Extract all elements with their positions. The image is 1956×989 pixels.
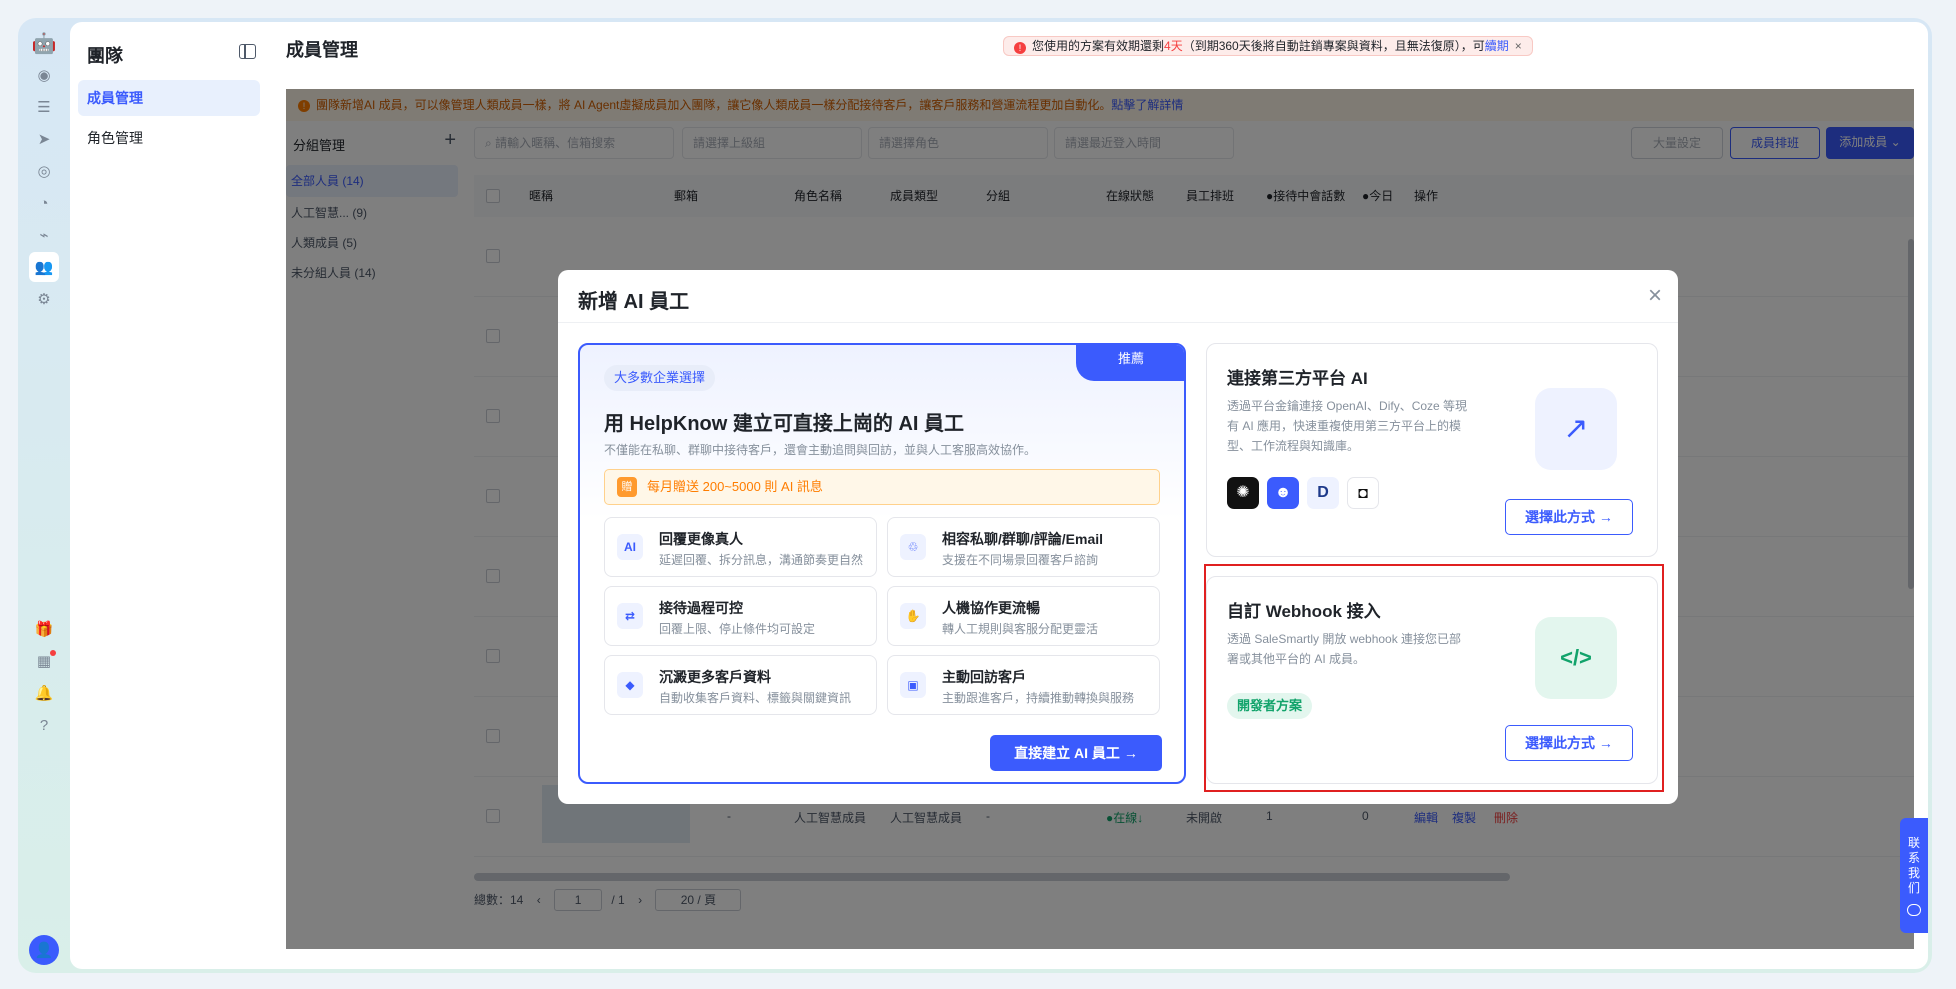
third-party-desc: 透過平台金鑰連接 OpenAI、Dify、Coze 等現有 AI 應用，快速重複…	[1227, 399, 1468, 453]
highlight-box	[1204, 564, 1664, 792]
chart-pie-icon[interactable]: ◔	[29, 188, 59, 218]
feature-title: 接待過程可控	[659, 600, 743, 616]
feature-card: ⇄ 接待過程可控回覆上限、停止條件均可設定	[604, 586, 877, 646]
popular-tag: 大多數企業選擇	[604, 365, 716, 391]
feature-card: ♲ 相容私聊/群聊/評論/Email 支援在不同場景回覆客戶諮詢	[887, 517, 1160, 577]
app-frame: 🤖 ◉ ☰ ➤ ◎ ◔ ⌁ 👥 ⚙ 🎁 ▦ 🔔 ? 👤 團隊 成員管理 角色管理…	[18, 18, 1932, 973]
helpknow-option-card[interactable]: 推薦 大多數企業選擇 用 HelpKnow 建立可直接上崗的 AI 員工 不僅能…	[578, 343, 1186, 784]
feature-card: ▣ 主動回訪客戶主動跟進客戶，持續推動轉換與服務	[887, 655, 1160, 715]
target-icon[interactable]: ◎	[29, 156, 59, 186]
gift-icon[interactable]: 🎁	[29, 614, 59, 644]
feature-title: 人機協作更流暢	[942, 600, 1040, 616]
page-title: 成員管理	[286, 40, 358, 60]
third-party-title: 連接第三方平台 AI	[1227, 369, 1368, 388]
plan-expiry-banner: ! 您使用的方案有效期還剩4天（到期360天後將自動註銷專案與資料，且無法復原），…	[1003, 36, 1533, 56]
plugin-icon[interactable]: ⌁	[29, 220, 59, 250]
contact-label: 联系我们	[1907, 836, 1920, 895]
sidebar-title: 團隊	[87, 46, 123, 66]
third-party-option-card[interactable]: 連接第三方平台 AI 透過平台金鑰連接 OpenAI、Dify、Coze 等現有…	[1206, 343, 1658, 557]
team-icon[interactable]: 👥	[29, 252, 59, 282]
feature-desc: 支援在不同場景回覆客戶諮詢	[942, 553, 1099, 567]
help-icon[interactable]: ?	[29, 710, 59, 740]
feature-title: 相容私聊/群聊/評論/Email	[942, 531, 1104, 547]
data-cube-icon: ◆	[617, 672, 643, 698]
close-icon[interactable]: ×	[1648, 282, 1662, 310]
control-icon: ⇄	[617, 603, 643, 629]
channels-icon: ♲	[900, 534, 926, 560]
promo-text: 每月贈送 200~5000 則 AI 訊息	[647, 479, 823, 494]
arrow-up-right-icon: ↗	[1535, 388, 1617, 470]
calendar-icon[interactable]: ▦	[29, 646, 59, 676]
robot-logo-icon[interactable]: 🤖	[29, 28, 59, 58]
team-sidebar: 團隊 成員管理 角色管理	[70, 22, 270, 969]
helpknow-desc: 不僅能在私聊、群聊中接待客戶，還會主動追問與回訪，並與人工客服高效協作。	[604, 443, 1037, 457]
helpknow-heading: 用 HelpKnow 建立可直接上崗的 AI 員工	[604, 413, 964, 435]
icon-rail: 🤖 ◉ ☰ ➤ ◎ ◔ ⌁ 👥 ⚙ 🎁 ▦ 🔔 ? 👤	[18, 18, 70, 973]
feature-title: 主動回訪客戶	[942, 669, 1026, 685]
bell-icon[interactable]: 🔔	[29, 678, 59, 708]
handshake-icon: ✋	[900, 603, 926, 629]
ai-reply-icon: AI	[617, 534, 643, 560]
feature-desc: 轉人工規則與客服分配更靈活	[942, 622, 1099, 636]
user-avatar-icon[interactable]: 👤	[29, 935, 59, 965]
feature-card: ◆ 沉澱更多客戶資料自動收集客戶資料、標籤與關鍵資訊	[604, 655, 877, 715]
chat-bubble-icon	[1907, 904, 1921, 916]
feature-desc: 主動跟進客戶，持續推動轉換與服務	[942, 691, 1135, 705]
banner-text: 您使用的方案有效期還剩	[1032, 39, 1165, 53]
notification-dot	[50, 650, 56, 656]
gift-icon: 贈	[617, 477, 637, 497]
contacts-icon[interactable]: ☰	[29, 92, 59, 122]
feature-title: 沉澱更多客戶資料	[659, 669, 771, 685]
modal-title: 新增 AI 員工	[578, 291, 690, 313]
banner-close-icon[interactable]: ×	[1515, 39, 1522, 53]
feature-desc: 回覆上限、停止條件均可設定	[659, 622, 816, 636]
dify-icon: D	[1307, 477, 1339, 509]
promo-strip: 贈每月贈送 200~5000 則 AI 訊息	[604, 469, 1160, 505]
feature-card: ✋ 人機協作更流暢轉人工規則與客服分配更靈活	[887, 586, 1160, 646]
coze-icon: ☻	[1267, 477, 1299, 509]
feature-card: AI 回覆更像真人延遲回覆、拆分訊息，溝通節奏更自然	[604, 517, 877, 577]
revisit-icon: ▣	[900, 672, 926, 698]
feature-title: 回覆更像真人	[659, 531, 743, 547]
contact-us-button[interactable]: 联系我们	[1900, 818, 1928, 933]
chat-icon[interactable]: ◉	[29, 60, 59, 90]
banner-days: 4天	[1164, 39, 1183, 53]
renew-link[interactable]: 續期	[1485, 39, 1509, 53]
banner-text-2: （到期360天後將自動註銷專案與資料，且無法復原），可	[1182, 39, 1485, 53]
openai-icon: ✺	[1227, 477, 1259, 509]
create-ai-employee-button[interactable]: 直接建立 AI 員工 →	[990, 735, 1162, 771]
recommended-badge: 推薦	[1076, 345, 1184, 381]
send-icon[interactable]: ➤	[29, 124, 59, 154]
collapse-sidebar-icon[interactable]	[239, 44, 256, 59]
settings-icon[interactable]: ⚙	[29, 284, 59, 314]
feature-desc: 延遲回覆、拆分訊息，溝通節奏更自然	[659, 553, 864, 567]
choose-third-party-button[interactable]: 選擇此方式 →	[1505, 499, 1633, 535]
divider	[558, 322, 1678, 323]
feature-desc: 自動收集客戶資料、標籤與關鍵資訊	[659, 691, 852, 705]
platform-icon: ◘	[1347, 477, 1379, 509]
error-icon: !	[1014, 42, 1026, 54]
sidebar-item-roles[interactable]: 角色管理	[78, 120, 260, 156]
sidebar-item-members[interactable]: 成員管理	[78, 80, 260, 116]
